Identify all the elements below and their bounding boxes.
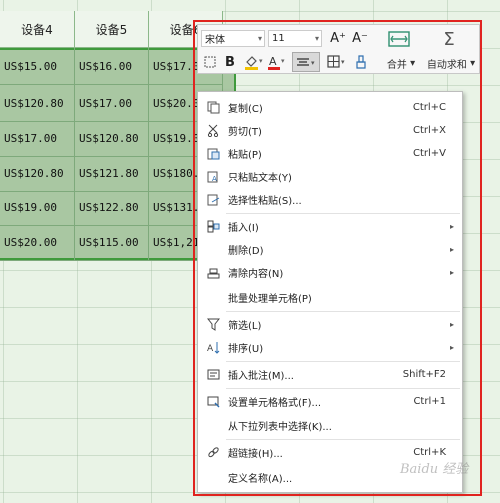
cell[interactable]: US$115.00 bbox=[75, 224, 149, 261]
cell[interactable]: US$20.00 bbox=[0, 224, 75, 261]
table-row: US$17.00 US$120.80 US$19.0 bbox=[0, 120, 223, 157]
table-row: US$19.00 US$122.80 US$131. bbox=[0, 189, 223, 226]
cell[interactable]: US$15.00 bbox=[0, 48, 75, 85]
highlight-outline bbox=[193, 20, 482, 496]
cell[interactable]: US$121.80 bbox=[75, 155, 149, 192]
header-row: 设备4 设备5 设备6 bbox=[0, 11, 223, 48]
cell[interactable]: US$120.80 bbox=[0, 85, 75, 122]
header-cell[interactable]: 设备4 bbox=[0, 11, 75, 48]
table-row: US$120.80 US$17.00 US$20.0 bbox=[0, 85, 223, 122]
table-row: US$120.80 US$121.80 US$180. bbox=[0, 155, 223, 192]
table-row: US$20.00 US$115.00 US$1,21 bbox=[0, 224, 223, 261]
cell[interactable]: US$120.80 bbox=[75, 120, 149, 157]
cell[interactable]: US$122.80 bbox=[75, 189, 149, 226]
table-row: US$15.00 US$16.00 US$17.0 bbox=[0, 48, 223, 85]
cell[interactable]: US$19.00 bbox=[0, 189, 75, 226]
header-cell[interactable]: 设备5 bbox=[75, 11, 149, 48]
cell[interactable]: US$17.00 bbox=[75, 85, 149, 122]
cell[interactable]: US$16.00 bbox=[75, 48, 149, 85]
cell[interactable]: US$120.80 bbox=[0, 155, 75, 192]
cell[interactable]: US$17.00 bbox=[0, 120, 75, 157]
watermark: Baidu 经验 bbox=[400, 462, 469, 477]
